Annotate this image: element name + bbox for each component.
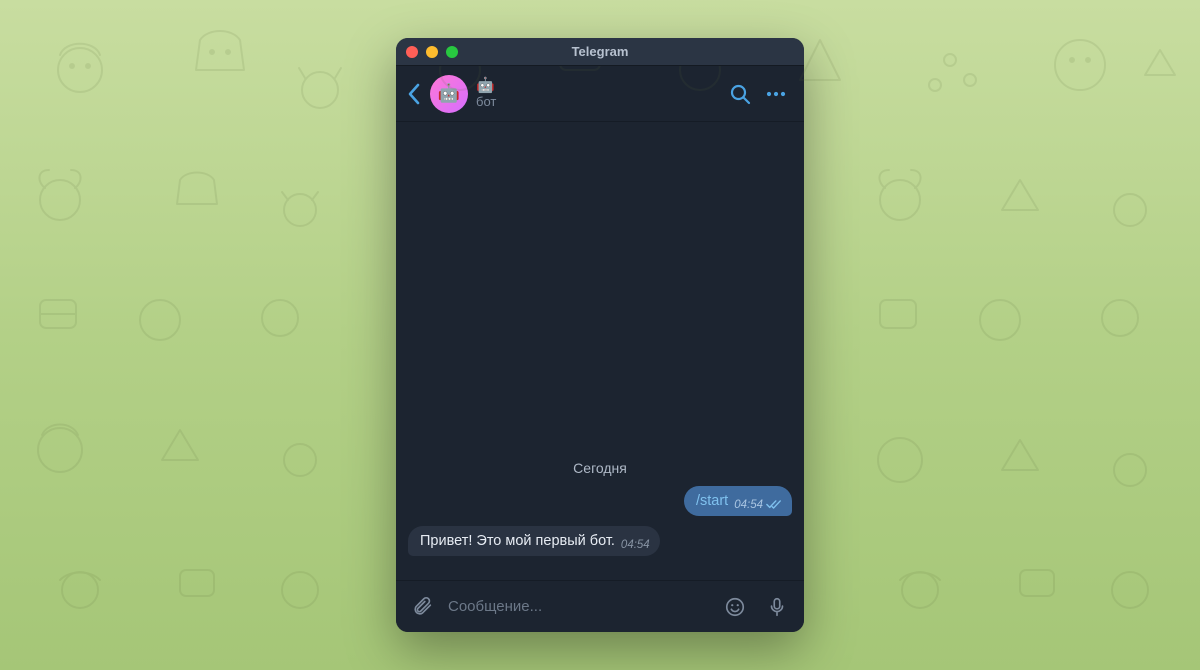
message-row-incoming: Привет! Это мой первый бот. 04:54	[408, 526, 792, 556]
back-button[interactable]	[402, 82, 426, 106]
more-button[interactable]	[758, 76, 794, 112]
microphone-icon	[766, 596, 788, 618]
chat-title-emoji: 🤖	[476, 77, 495, 94]
message-time: 04:54	[621, 539, 650, 551]
app-window: Telegram 🤖 🤖 бот Сегодня /start	[396, 38, 804, 632]
message-text: /start	[696, 492, 728, 510]
attach-button[interactable]	[406, 590, 440, 624]
chat-meta[interactable]: 🤖 бот	[476, 77, 496, 109]
avatar[interactable]: 🤖	[430, 75, 468, 113]
titlebar[interactable]: Telegram	[396, 38, 804, 66]
message-bubble-incoming[interactable]: Привет! Это мой первый бот. 04:54	[408, 526, 660, 556]
close-window-icon[interactable]	[406, 46, 418, 58]
smiley-icon	[724, 596, 746, 618]
composer	[396, 580, 804, 632]
fullscreen-window-icon[interactable]	[446, 46, 458, 58]
window-controls	[406, 46, 458, 58]
chat-title: 🤖	[476, 77, 496, 94]
read-receipt-icon	[766, 499, 782, 510]
chat-header: 🤖 🤖 бот	[396, 66, 804, 122]
chat-subtitle: бот	[476, 95, 496, 110]
search-button[interactable]	[722, 76, 758, 112]
voice-button[interactable]	[760, 590, 794, 624]
paperclip-icon	[412, 596, 434, 618]
more-horizontal-icon	[764, 82, 788, 106]
search-icon	[728, 82, 752, 106]
minimize-window-icon[interactable]	[426, 46, 438, 58]
message-input[interactable]	[448, 598, 710, 615]
message-bubble-outgoing[interactable]: /start 04:54	[684, 486, 792, 516]
emoji-button[interactable]	[718, 590, 752, 624]
message-row-outgoing: /start 04:54	[408, 486, 792, 516]
avatar-emoji: 🤖	[438, 83, 460, 104]
date-separator: Сегодня	[573, 460, 627, 476]
message-time: 04:54	[734, 499, 763, 511]
message-text: Привет! Это мой первый бот.	[420, 532, 615, 550]
chat-area[interactable]: Сегодня /start 04:54 Привет! Это мой пер…	[396, 122, 804, 580]
chevron-left-icon	[407, 83, 421, 105]
